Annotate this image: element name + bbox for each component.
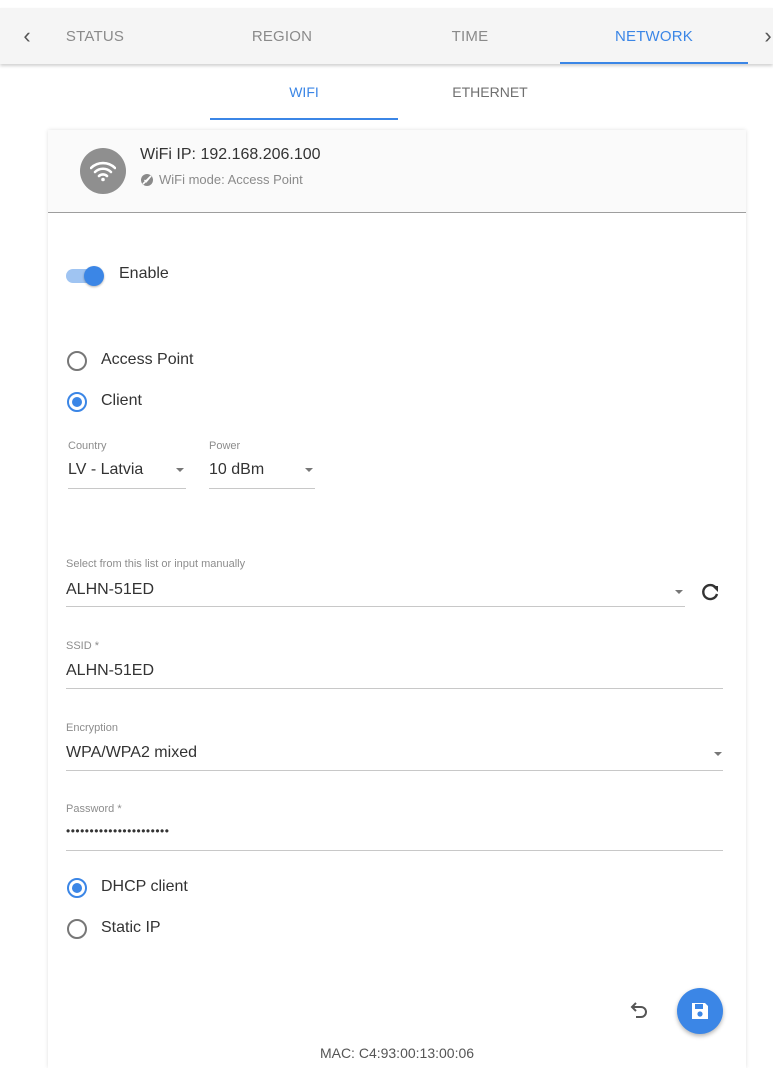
country-underline	[68, 488, 186, 489]
ssid-label: SSID *	[66, 640, 100, 652]
chevron-down-icon[interactable]	[675, 590, 683, 594]
radio-access-point[interactable]	[67, 351, 87, 371]
network-select-underline	[66, 606, 685, 607]
power-underline	[209, 488, 315, 489]
radio-dhcp-client[interactable]	[67, 878, 87, 898]
password-underline	[66, 850, 723, 851]
refresh-icon[interactable]	[698, 580, 722, 604]
client-label[interactable]: Client	[101, 392, 142, 410]
chevron-down-icon[interactable]	[305, 468, 313, 472]
wifi-ip-text: WiFi IP: 192.168.206.100	[140, 146, 321, 163]
ssid-input[interactable]: ALHN-51ED	[66, 662, 154, 680]
tab-status[interactable]: STATUS	[40, 8, 150, 64]
chevron-down-icon[interactable]	[176, 468, 184, 472]
static-ip-label[interactable]: Static IP	[101, 919, 161, 937]
save-button[interactable]	[677, 988, 723, 1034]
country-label: Country	[68, 440, 107, 452]
power-select[interactable]: 10 dBm	[209, 461, 264, 479]
tab-network[interactable]: NETWORK	[560, 8, 748, 64]
tab-ethernet[interactable]: ETHERNET	[400, 64, 580, 120]
wifi-mode-status: WiFi mode: Access Point	[140, 172, 303, 187]
tab-time[interactable]: TIME	[400, 8, 540, 64]
mac-address: MAC: C4:93:00:13:00:06	[319, 1045, 475, 1061]
password-label: Password *	[66, 803, 122, 815]
wifi-mode-text: WiFi mode: Access Point	[159, 172, 303, 187]
power-label: Power	[209, 440, 241, 452]
tab-wifi[interactable]: WIFI	[210, 64, 398, 120]
encryption-select[interactable]: WPA/WPA2 mixed	[66, 744, 197, 762]
access-point-label[interactable]: Access Point	[101, 351, 193, 369]
toggle-thumb	[84, 266, 104, 286]
tab-region[interactable]: REGION	[212, 8, 352, 64]
enable-label: Enable	[119, 265, 169, 282]
chevron-down-icon[interactable]	[714, 752, 722, 756]
chevron-left-icon[interactable]: ‹	[12, 8, 42, 64]
encryption-label: Encryption	[66, 722, 118, 734]
wifi-status-header: WiFi IP: 192.168.206.100 WiFi mode: Acce…	[48, 130, 746, 213]
radio-client[interactable]	[67, 392, 87, 412]
country-select[interactable]: LV - Latvia	[68, 461, 143, 479]
chevron-right-icon[interactable]: ›	[753, 8, 773, 64]
ssid-underline	[66, 688, 723, 689]
enable-toggle[interactable]	[66, 266, 106, 286]
wifi-icon	[80, 148, 126, 194]
password-input[interactable]: ••••••••••••••••••••••	[66, 824, 169, 838]
network-select-input[interactable]: ALHN-51ED	[66, 581, 154, 599]
save-icon	[692, 1003, 708, 1019]
radio-static-ip[interactable]	[67, 919, 87, 939]
top-tab-bar: ‹ STATUS REGION TIME NETWORK ›	[0, 8, 773, 64]
encryption-underline	[66, 770, 723, 771]
disabled-circle-icon	[141, 173, 153, 186]
dhcp-client-label[interactable]: DHCP client	[101, 878, 188, 896]
sub-tab-bar: WIFI ETHERNET	[0, 64, 773, 120]
network-select-label: Select from this list or input manually	[66, 558, 246, 570]
undo-icon[interactable]	[627, 996, 651, 1020]
